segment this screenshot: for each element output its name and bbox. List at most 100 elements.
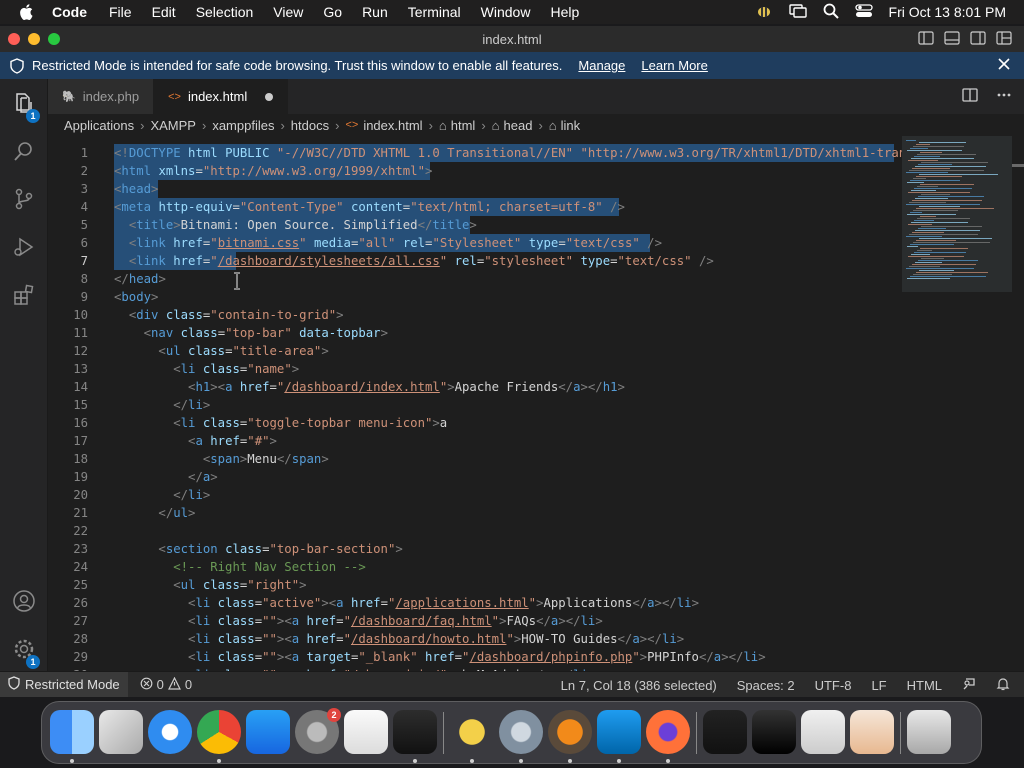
textedit-icon[interactable] [344,710,388,754]
close-window-button[interactable] [8,33,20,45]
menu-selection[interactable]: Selection [196,4,254,20]
line-number[interactable]: 3 [48,180,88,198]
window-thumbnail-2[interactable] [752,710,796,754]
menu-run[interactable]: Run [362,4,388,20]
code-line[interactable]: 14 <h1><a href="/dashboard/index.html">A… [48,378,1024,396]
more-actions-icon[interactable] [996,87,1012,106]
app-store-icon[interactable] [246,710,290,754]
code-line[interactable]: 5 <title>Bitnami: Open Source. Simplifie… [48,216,1024,234]
end-of-line[interactable]: LF [871,678,886,693]
line-number[interactable]: 27 [48,612,88,630]
line-number[interactable]: 29 [48,648,88,666]
learn-more-link[interactable]: Learn More [641,58,707,73]
customize-layout-icon[interactable] [996,31,1012,45]
breadcrumb-item[interactable]: index.html [363,118,422,133]
line-number[interactable]: 14 [48,378,88,396]
menu-file[interactable]: File [109,4,132,20]
tab-index-php[interactable]: 🐘 index.php [48,79,155,114]
zoom-window-button[interactable] [48,33,60,45]
split-editor-icon[interactable] [962,87,978,106]
breadcrumb-item[interactable]: link [561,118,581,133]
code-line[interactable]: 26 <li class="active"><a href="/applicat… [48,594,1024,612]
restricted-mode-indicator[interactable]: Restricted Mode [0,671,128,697]
line-number[interactable]: 20 [48,486,88,504]
unsaved-dot-icon[interactable] [265,92,274,101]
chrome-icon[interactable] [197,710,241,754]
code-line[interactable]: 4 <meta http-equiv="Content-Type" content… [48,198,1024,216]
problems-indicator[interactable]: 0 0 [140,676,192,693]
code-line[interactable]: 3 <head> [48,180,1024,198]
line-number[interactable]: 23 [48,540,88,558]
window-thumbnail-1[interactable] [703,710,747,754]
window-thumbnail-4[interactable] [850,710,894,754]
line-number[interactable]: 28 [48,630,88,648]
line-number[interactable]: 7 [48,252,88,270]
line-number[interactable]: 12 [48,342,88,360]
line-number[interactable]: 21 [48,504,88,522]
manage-link[interactable]: Manage [578,58,625,73]
apple-icon[interactable] [18,4,36,20]
tab-index-html[interactable]: <> index.html [154,79,289,114]
code-line[interactable]: 1 <!DOCTYPE html PUBLIC "-//W3C//DTD XHTM… [48,144,1024,162]
vscode-icon[interactable] [597,710,641,754]
vertical-scrollbar[interactable] [1012,136,1024,672]
breadcrumb-item[interactable]: html [451,118,476,133]
code-line[interactable]: 8 </head> [48,270,1024,288]
line-number[interactable]: 10 [48,306,88,324]
code-line[interactable]: 12 <ul class="title-area"> [48,342,1024,360]
line-number[interactable]: 18 [48,450,88,468]
close-banner-icon[interactable] [998,58,1010,73]
cursor-position[interactable]: Ln 7, Col 18 (386 selected) [561,678,717,693]
line-number[interactable]: 17 [48,432,88,450]
code-line[interactable]: 29 <li class=""><a target="_blank" href=… [48,648,1024,666]
line-number[interactable]: 16 [48,414,88,432]
notifications-bell-icon[interactable] [996,677,1010,694]
safari-icon[interactable] [148,710,192,754]
extensions-icon[interactable] [12,283,36,307]
trash-icon[interactable] [907,710,951,754]
breadcrumb-item[interactable]: XAMPP [150,118,196,133]
menu-view[interactable]: View [273,4,303,20]
toggle-panel-icon[interactable] [944,31,960,45]
window-thumbnail-3[interactable] [801,710,845,754]
line-number[interactable]: 11 [48,324,88,342]
code-line[interactable]: 15 </li> [48,396,1024,414]
menu-app-name[interactable]: Code [52,4,87,20]
language-mode[interactable]: HTML [907,678,942,693]
breadcrumb-item[interactable]: xamppfiles [212,118,274,133]
indentation[interactable]: Spaces: 2 [737,678,795,693]
launchpad-icon[interactable] [99,710,143,754]
account-icon[interactable] [12,589,36,613]
code-line[interactable]: 22 [48,522,1024,540]
code-line[interactable]: 24 <!-- Right Nav Section --> [48,558,1024,576]
menu-help[interactable]: Help [550,4,579,20]
breadcrumb-item[interactable]: htdocs [291,118,329,133]
code-line[interactable]: 21 </ul> [48,504,1024,522]
line-number[interactable]: 6 [48,234,88,252]
minimap[interactable] [902,136,1012,672]
downloader-icon[interactable] [548,710,592,754]
code-line[interactable]: 17 <a href="#"> [48,432,1024,450]
toggle-primary-sidebar-icon[interactable] [918,31,934,45]
screen-mirroring-icon[interactable] [788,3,807,21]
code-line[interactable]: 27 <li class=""><a href="/dashboard/faq.… [48,612,1024,630]
server-settings-icon[interactable] [499,710,543,754]
breadcrumb-item[interactable]: Applications [64,118,134,133]
code-editor[interactable]: 1 <!DOCTYPE html PUBLIC "-//W3C//DTD XHTM… [48,136,1024,672]
search-icon[interactable] [12,139,36,163]
menu-terminal[interactable]: Terminal [408,4,461,20]
code-line[interactable]: 10 <div class="contain-to-grid"> [48,306,1024,324]
code-line[interactable]: 16 <li class="toggle-topbar menu-icon">a [48,414,1024,432]
terminal-icon[interactable] [393,710,437,754]
line-number[interactable]: 22 [48,522,88,540]
line-number[interactable]: 4 [48,198,88,216]
code-line[interactable]: 11 <nav class="top-bar" data-topbar> [48,324,1024,342]
minimize-window-button[interactable] [28,33,40,45]
code-line[interactable]: 2 <html xmlns="http://www.w3.org/1999/xht… [48,162,1024,180]
code-line[interactable]: 23 <section class="top-bar-section"> [48,540,1024,558]
line-number[interactable]: 24 [48,558,88,576]
menu-go[interactable]: Go [323,4,342,20]
cyberduck-icon[interactable] [450,710,494,754]
encoding[interactable]: UTF-8 [815,678,852,693]
firefox-icon[interactable] [646,710,690,754]
